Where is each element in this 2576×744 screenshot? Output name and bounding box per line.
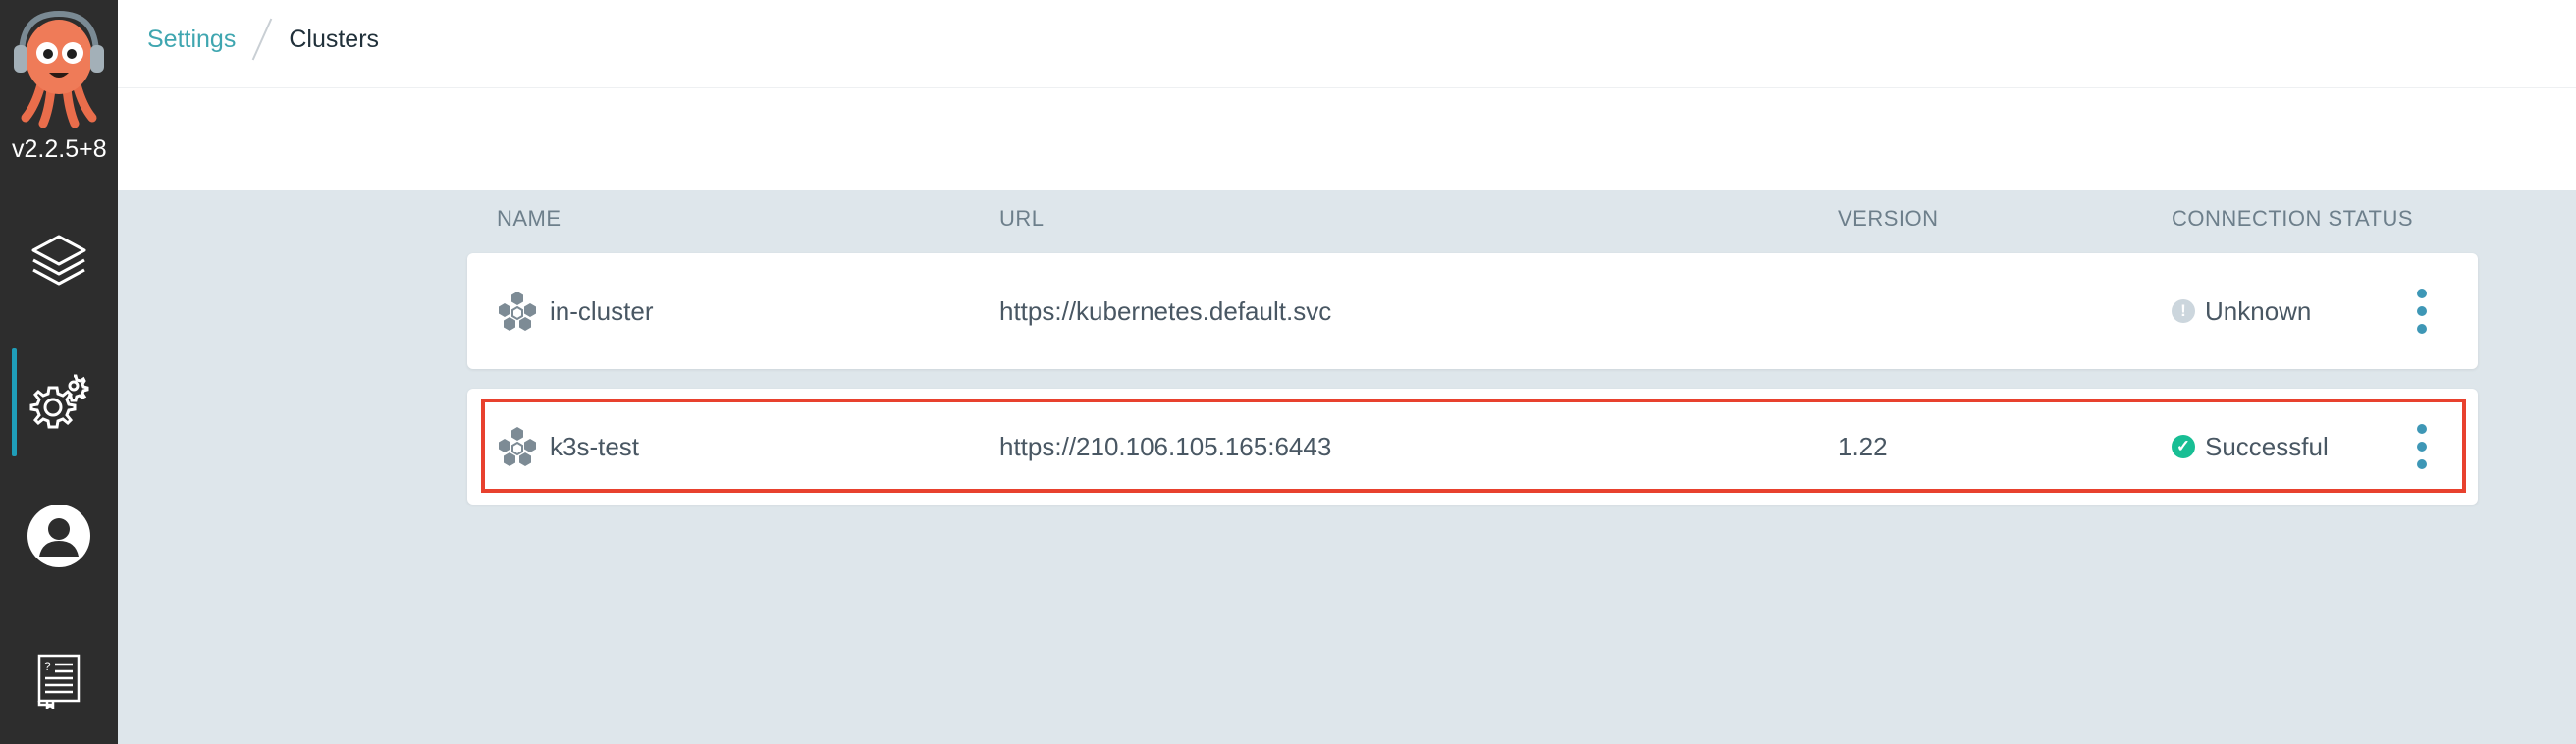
- version-label: v2.2.5+8: [12, 135, 107, 163]
- cluster-name: k3s-test: [550, 431, 640, 461]
- breadcrumb: Settings Clusters: [147, 18, 380, 61]
- connection-status-cell: ✓ Successful: [2172, 389, 2329, 505]
- cluster-name-cell: in-cluster: [497, 253, 653, 369]
- column-header-name: NAME: [497, 206, 562, 231]
- cluster-icon: [499, 292, 536, 331]
- connection-status-cell: ! Unknown: [2172, 253, 2311, 369]
- cluster-url: https://kubernetes.default.svc: [999, 295, 1332, 326]
- docs-icon: ?: [37, 654, 80, 709]
- table-row[interactable]: k3s-test https://210.106.105.165:6443 1.…: [467, 389, 2478, 505]
- column-header-version: VERSION: [1838, 206, 1939, 231]
- cluster-url: https://210.106.105.165:6443: [999, 431, 1332, 461]
- connection-status-text: Unknown: [2205, 295, 2312, 326]
- argo-logo-icon[interactable]: [12, 8, 106, 129]
- toolbar-area: [118, 88, 2576, 190]
- table-row[interactable]: in-cluster https://kubernetes.default.sv…: [467, 253, 2478, 369]
- column-header-url: URL: [999, 206, 1045, 231]
- connection-status-text: Successful: [2205, 431, 2329, 461]
- top-bar: Settings Clusters: [118, 0, 2576, 88]
- info-icon: !: [2172, 299, 2195, 323]
- breadcrumb-separator: [252, 18, 273, 61]
- cluster-icon: [499, 427, 536, 466]
- sidebar-item-user-info[interactable]: [0, 482, 118, 590]
- breadcrumb-settings-link[interactable]: Settings: [147, 26, 236, 54]
- layers-icon: [31, 235, 86, 286]
- sidebar-item-applications[interactable]: [0, 208, 118, 316]
- cluster-name: in-cluster: [550, 295, 654, 326]
- sidebar: v2.2.5+8 ?: [0, 0, 118, 744]
- cluster-version: 1.22: [1838, 431, 1888, 461]
- cluster-name-cell: k3s-test: [497, 389, 639, 505]
- sidebar-item-documentation[interactable]: ?: [0, 626, 118, 734]
- table-header: NAME URL VERSION CONNECTION STATUS: [0, 204, 2576, 234]
- column-header-connection-status: CONNECTION STATUS: [2172, 206, 2414, 231]
- sidebar-item-settings[interactable]: [0, 348, 118, 456]
- user-icon: [27, 505, 90, 567]
- row-actions-menu-button[interactable]: [2407, 289, 2437, 334]
- gear-icon: [29, 374, 89, 429]
- check-circle-icon: ✓: [2172, 435, 2195, 458]
- row-actions-menu-button[interactable]: [2407, 424, 2437, 469]
- page-title: Clusters: [289, 25, 380, 53]
- svg-text:?: ?: [44, 660, 51, 673]
